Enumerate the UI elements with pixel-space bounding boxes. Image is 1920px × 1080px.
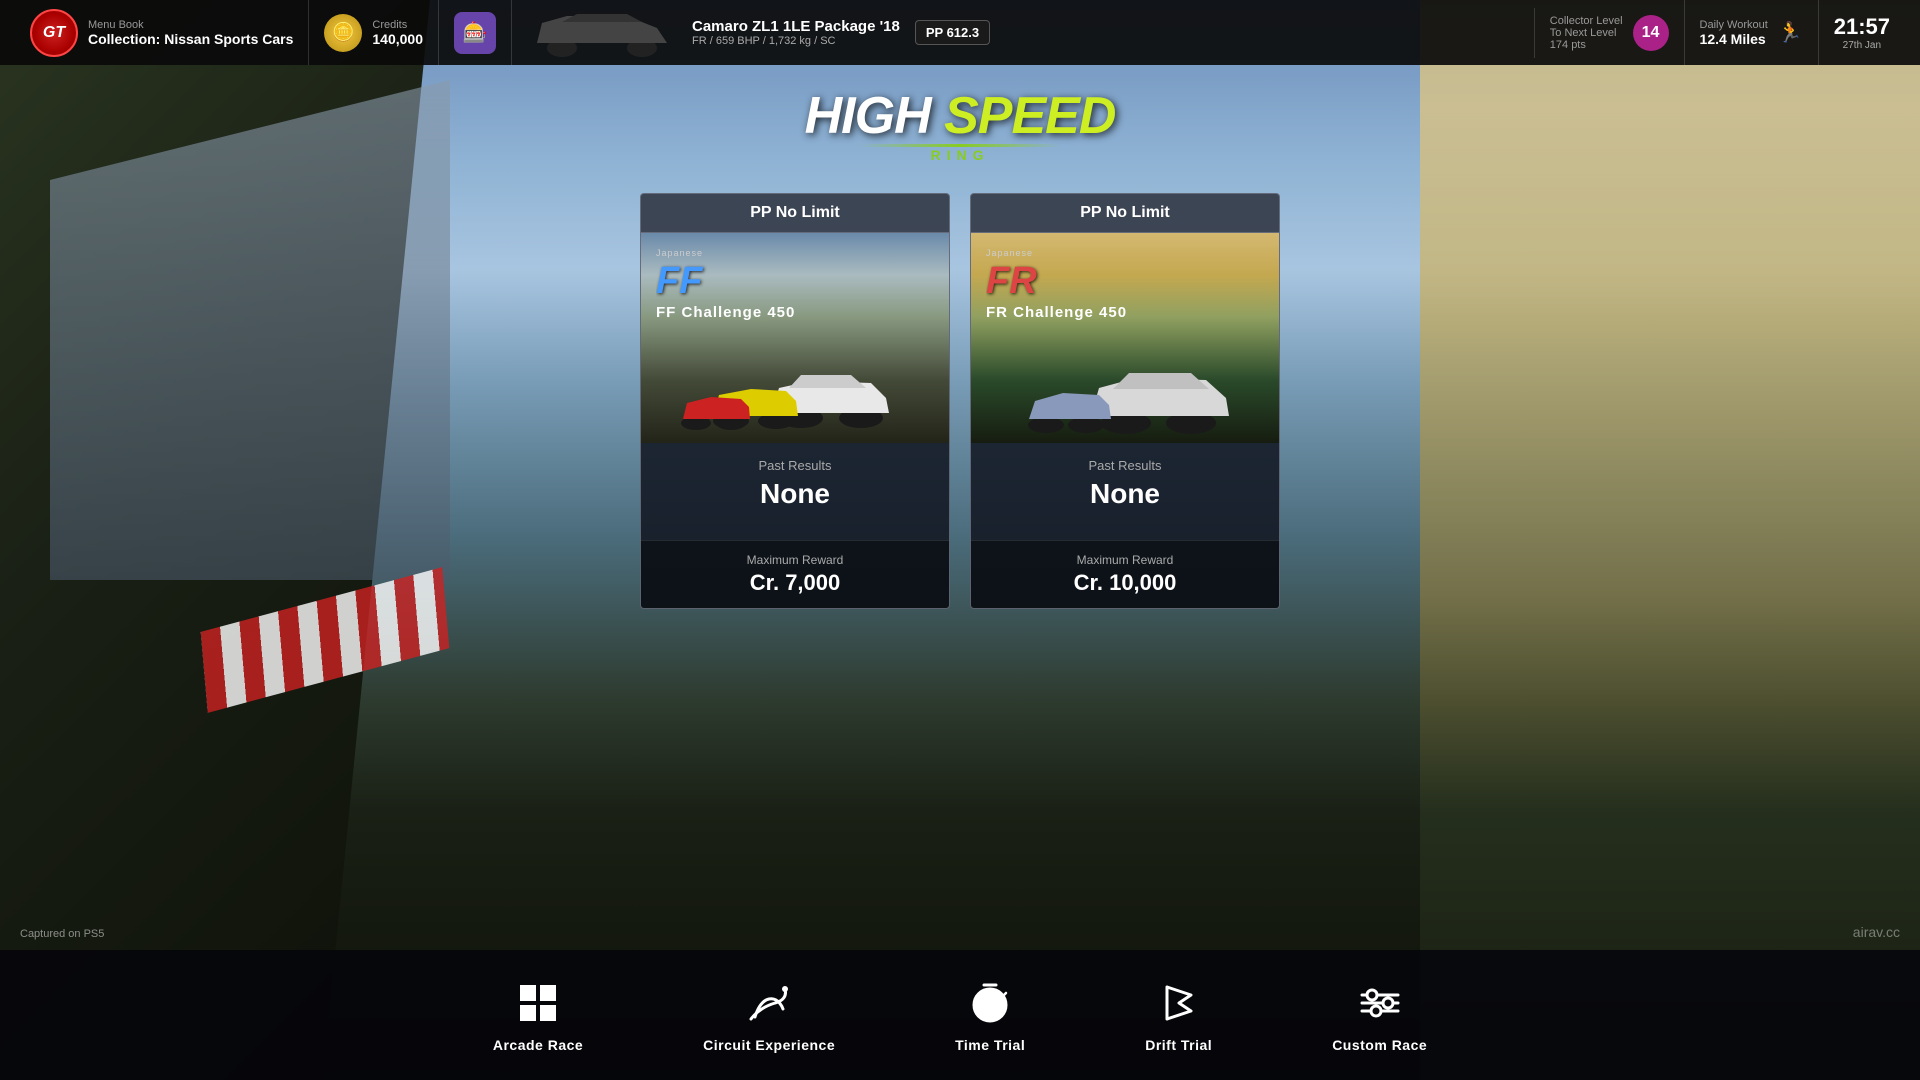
header-collector-section: Collector Level To Next Level 174 pts 14 <box>1535 0 1685 65</box>
header-roulette-section[interactable]: 🎰 <box>439 0 512 65</box>
drift-trial-label: Drift Trial <box>1145 1037 1212 1053</box>
fr-pp-limit: PP No Limit <box>1080 204 1170 221</box>
ff-cars-scene <box>641 233 949 443</box>
fr-cars-scene <box>971 233 1279 443</box>
bottom-nav-bar: Arcade Race Circuit Experience Time Tria… <box>0 950 1920 1080</box>
circuit-experience-label: Circuit Experience <box>703 1037 835 1053</box>
car-silhouette-icon <box>527 8 677 58</box>
roulette-icon[interactable]: 🎰 <box>454 12 496 54</box>
nav-drift-trial[interactable]: Drift Trial <box>1145 977 1212 1053</box>
ff-card-header: PP No Limit <box>641 194 949 233</box>
fr-card-body: Past Results None <box>971 443 1279 540</box>
fr-past-results-value: None <box>1090 478 1160 510</box>
header-menu-section[interactable]: GT Menu Book Collection: Nissan Sports C… <box>15 0 309 65</box>
car-name: Camaro ZL1 1LE Package '18 <box>692 18 900 35</box>
arcade-race-label: Arcade Race <box>493 1037 583 1053</box>
race-cards-container: PP No Limit Japanese FF FF Challenge 450 <box>640 193 1280 609</box>
circuit-experience-icon <box>743 977 795 1029</box>
fr-card-image: Japanese FR FR Challenge 450 <box>971 233 1279 443</box>
workout-value: 12.4 Miles <box>1700 31 1768 47</box>
collector-level-badge: 14 <box>1633 15 1669 51</box>
timer-value: 21:57 <box>1834 14 1890 40</box>
watermark: airav.cc <box>1853 924 1900 940</box>
fr-card-footer: Maximum Reward Cr. 10,000 <box>971 540 1279 608</box>
collection-name: Collection: Nissan Sports Cars <box>88 31 293 47</box>
collector-label: Collector Level <box>1550 15 1623 27</box>
pp-badge: PP 612.3 <box>915 20 990 45</box>
car-details: Camaro ZL1 1LE Package '18 FR / 659 BHP … <box>692 18 900 47</box>
timer-date: 27th Jan <box>1843 40 1881 51</box>
arcade-race-icon <box>512 977 564 1029</box>
header-workout-section: Daily Workout 12.4 Miles 🏃 <box>1685 0 1819 65</box>
ff-max-reward-value: Cr. 7,000 <box>750 570 841 596</box>
custom-race-icon <box>1354 977 1406 1029</box>
logo-high: HIGH <box>805 87 931 145</box>
nav-time-trial[interactable]: Time Trial <box>955 977 1025 1053</box>
collector-sublabel: To Next Level <box>1550 27 1623 39</box>
menu-info: Menu Book Collection: Nissan Sports Cars <box>88 19 293 47</box>
timer-info: 21:57 27th Jan <box>1834 14 1890 51</box>
ff-card-footer: Maximum Reward Cr. 7,000 <box>641 540 949 608</box>
credits-value: 140,000 <box>372 31 423 47</box>
collector-pts: 174 pts <box>1550 39 1623 51</box>
header-bar: GT Menu Book Collection: Nissan Sports C… <box>0 0 1920 65</box>
header-credits-section: 🪙 Credits 140,000 <box>309 0 439 65</box>
logo-speed: SPEED <box>944 87 1115 145</box>
track-logo-sub: RING <box>931 147 990 163</box>
fr-max-reward-label: Maximum Reward <box>1077 553 1174 567</box>
main-content: HIGH SPEED RING PP No Limit Japanese FF <box>0 65 1920 1080</box>
header-timer-section: 21:57 27th Jan <box>1819 0 1905 65</box>
car-specs: FR / 659 BHP / 1,732 kg / SC <box>692 35 900 47</box>
drift-trial-icon <box>1153 977 1205 1029</box>
fr-card-header: PP No Limit <box>971 194 1279 233</box>
ff-past-results-value: None <box>760 478 830 510</box>
credits-icon: 🪙 <box>324 14 362 52</box>
fr-challenge-card[interactable]: PP No Limit Japanese FR FR Challenge 450 <box>970 193 1280 609</box>
custom-race-label: Custom Race <box>1332 1037 1427 1053</box>
fr-past-results-label: Past Results <box>1089 458 1162 473</box>
time-trial-icon <box>964 977 1016 1029</box>
ff-card-body: Past Results None <box>641 443 949 540</box>
collector-info: Collector Level To Next Level 174 pts <box>1550 15 1623 51</box>
track-logo: HIGH SPEED RING <box>805 90 1116 163</box>
credits-info: Credits 140,000 <box>372 19 423 47</box>
gt-logo: GT <box>30 9 78 57</box>
header-car-section: Camaro ZL1 1LE Package '18 FR / 659 BHP … <box>512 8 1535 58</box>
menu-label: Menu Book <box>88 19 293 31</box>
nav-circuit-experience[interactable]: Circuit Experience <box>703 977 835 1053</box>
fr-max-reward-value: Cr. 10,000 <box>1074 570 1177 596</box>
track-logo-text: HIGH SPEED <box>805 90 1116 142</box>
nav-arcade-race[interactable]: Arcade Race <box>493 977 583 1053</box>
nav-custom-race[interactable]: Custom Race <box>1332 977 1427 1053</box>
captured-label: Captured on PS5 <box>20 928 104 940</box>
ff-pp-limit: PP No Limit <box>750 204 840 221</box>
ff-challenge-card[interactable]: PP No Limit Japanese FF FF Challenge 450 <box>640 193 950 609</box>
ff-card-image: Japanese FF FF Challenge 450 <box>641 233 949 443</box>
ff-past-results-label: Past Results <box>759 458 832 473</box>
credits-label: Credits <box>372 19 423 31</box>
workout-label: Daily Workout <box>1700 19 1768 31</box>
workout-info: Daily Workout 12.4 Miles <box>1700 19 1768 47</box>
runner-icon: 🏃 <box>1778 20 1803 45</box>
time-trial-label: Time Trial <box>955 1037 1025 1053</box>
ff-max-reward-label: Maximum Reward <box>747 553 844 567</box>
